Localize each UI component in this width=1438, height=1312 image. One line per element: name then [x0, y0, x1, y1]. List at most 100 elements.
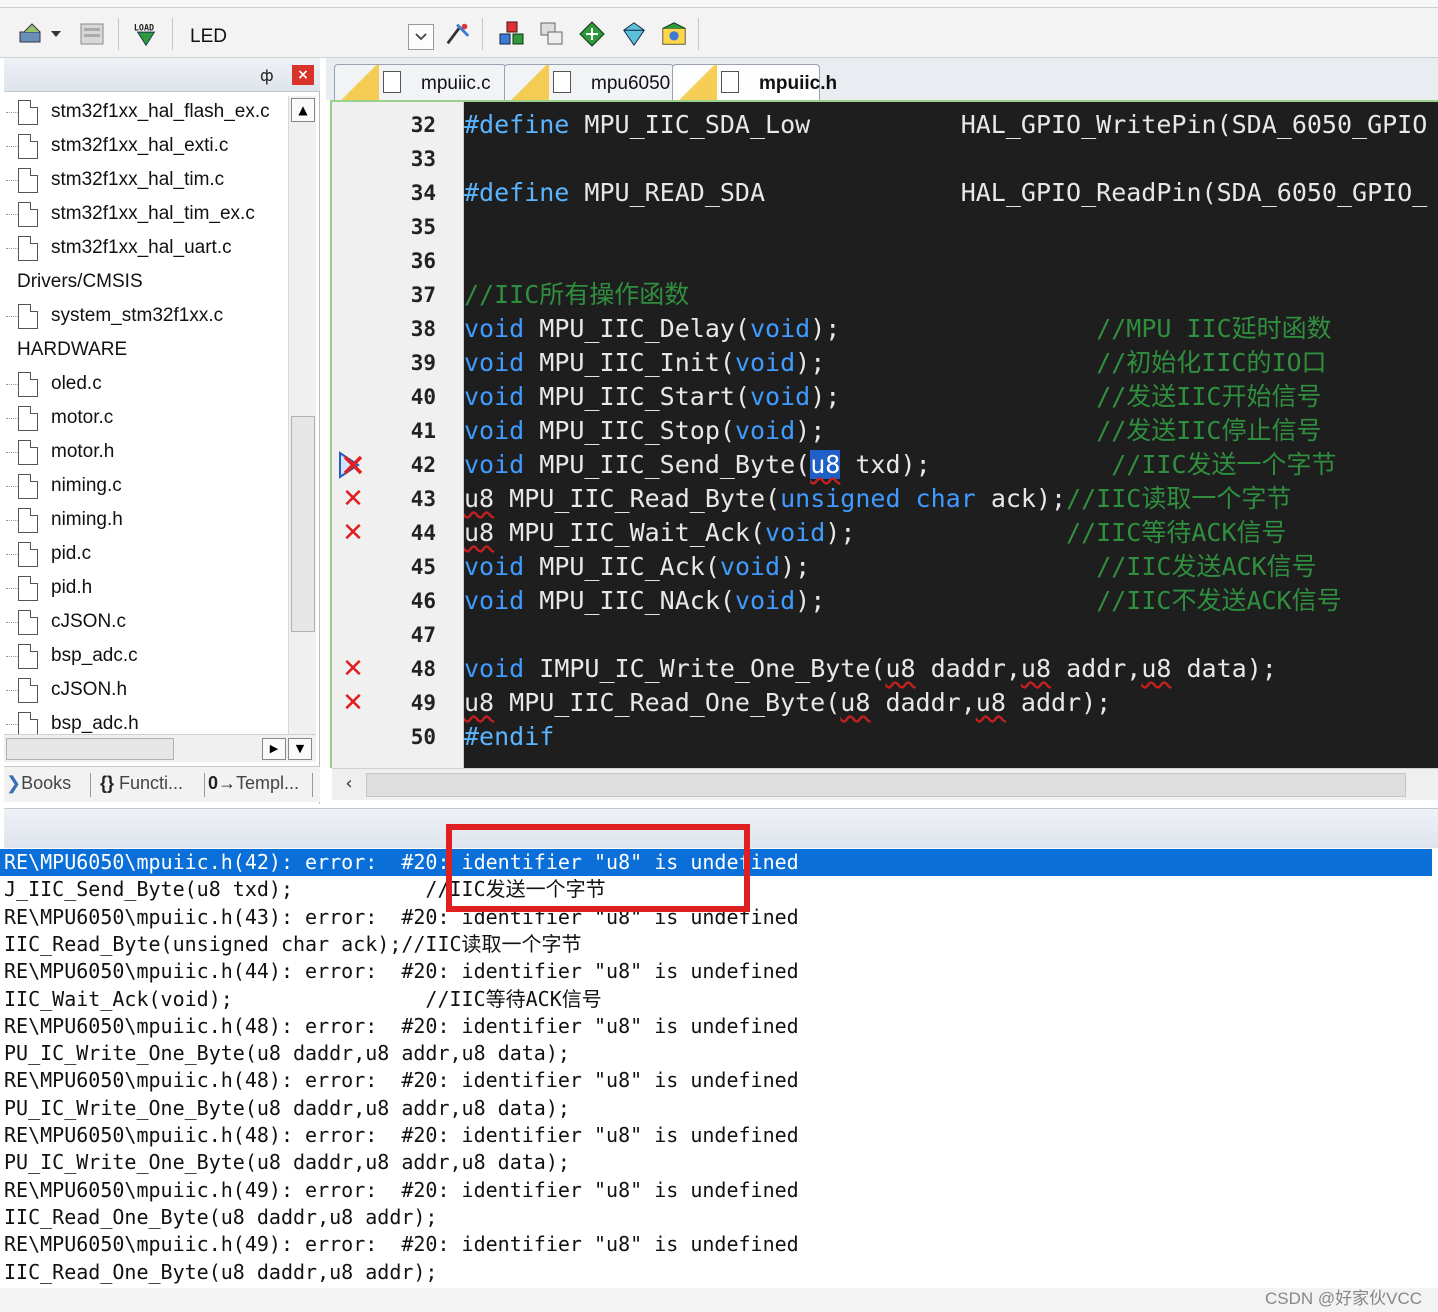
code-line[interactable]: #define MPU_IIC_SDA_Low HAL_GPIO_WritePi… — [464, 108, 1438, 142]
tree-file-item[interactable]: stm32f1xx_hal_tim_ex.c — [4, 198, 288, 232]
code-line[interactable] — [464, 142, 1438, 176]
error-cursor-marker-icon[interactable] — [338, 451, 364, 479]
line-number: 41 — [410, 419, 436, 443]
code-line[interactable]: void MPU_IIC_Delay(void); //MPU IIC延时函数 — [464, 312, 1438, 346]
tree-file-item[interactable]: niming.c — [4, 470, 288, 504]
code-token: void — [464, 654, 525, 683]
tree-group[interactable]: HARDWARE — [4, 334, 288, 368]
tree-file-item[interactable]: bsp_adc.h — [4, 708, 288, 736]
tree-file-item[interactable]: niming.h — [4, 504, 288, 538]
code-line[interactable]: void MPU_IIC_Ack(void); //IIC发送ACK信号 — [464, 550, 1438, 584]
templates-icon: 0→ — [208, 773, 237, 793]
code-line[interactable]: #define MPU_READ_SDA HAL_GPIO_ReadPin(SD… — [464, 176, 1438, 210]
output-line[interactable]: IIC_Read_Byte(unsigned char ack);//IIC读取… — [0, 931, 1432, 958]
target-name[interactable]: LED — [190, 26, 227, 48]
tree-file-item[interactable]: stm32f1xx_hal_tim.c — [4, 164, 288, 198]
tab-functions[interactable]: {} Functi... — [100, 773, 183, 794]
scroll-up-icon[interactable]: ▲ — [291, 98, 315, 122]
code-line[interactable] — [464, 210, 1438, 244]
output-line[interactable]: RE\MPU6050\mpuiic.h(44): error: #20: ide… — [0, 958, 1432, 985]
rebuild-icon[interactable] — [78, 20, 106, 48]
code-line[interactable]: #endif — [464, 720, 1438, 754]
code-line[interactable] — [464, 618, 1438, 652]
file-extensions-icon[interactable] — [538, 20, 566, 48]
scroll-right-icon[interactable]: ▶ — [262, 738, 286, 760]
tree-connector — [6, 248, 18, 249]
tree-file-item[interactable]: motor.c — [4, 402, 288, 436]
output-line[interactable]: IIC_Read_One_Byte(u8 daddr,u8 addr); — [0, 1259, 1432, 1286]
code-token: unsigned char — [780, 484, 976, 513]
batch-build-icon[interactable] — [18, 20, 46, 48]
download-load-icon[interactable]: LOAD — [132, 20, 160, 48]
output-line[interactable]: RE\MPU6050\mpuiic.h(48): error: #20: ide… — [0, 1067, 1432, 1094]
tab-books[interactable]: ❯Books — [6, 773, 71, 794]
tree-file-item[interactable]: system_stm32f1xx.c — [4, 300, 288, 334]
code-line[interactable]: //IIC所有操作函数 — [464, 278, 1438, 312]
output-line[interactable]: RE\MPU6050\mpuiic.h(48): error: #20: ide… — [0, 1013, 1432, 1040]
code-line[interactable]: u8 MPU_IIC_Read_One_Byte(u8 daddr,u8 add… — [464, 686, 1438, 720]
tree-file-item[interactable]: oled.c — [4, 368, 288, 402]
scroll-down-icon[interactable]: ▼ — [288, 738, 312, 760]
output-line[interactable]: PU_IC_Write_One_Byte(u8 daddr,u8 addr,u8… — [0, 1095, 1432, 1122]
tab-editor-file[interactable]: mpu6050.c — [504, 64, 685, 101]
tree-group[interactable]: Drivers/CMSIS — [4, 266, 288, 300]
output-line[interactable]: RE\MPU6050\mpuiic.h(49): error: #20: ide… — [0, 1231, 1432, 1258]
output-line[interactable]: PU_IC_Write_One_Byte(u8 daddr,u8 addr,u8… — [0, 1149, 1432, 1176]
close-icon[interactable]: × — [292, 65, 314, 85]
code-area[interactable]: #define MPU_IIC_SDA_Low HAL_GPIO_WritePi… — [464, 102, 1438, 768]
code-line[interactable]: u8 MPU_IIC_Read_Byte(unsigned char ack);… — [464, 482, 1438, 516]
tree-item-label: stm32f1xx_hal_uart.c — [51, 237, 232, 258]
tree-file-item[interactable]: stm32f1xx_hal_flash_ex.c — [4, 96, 288, 130]
scroll-thumb[interactable] — [6, 738, 174, 760]
pack-manager-icon[interactable] — [660, 20, 688, 48]
line-number: 47 — [410, 623, 436, 647]
tree-file-item[interactable]: cJSON.c — [4, 606, 288, 640]
code-line[interactable]: void MPU_IIC_NAck(void); //IIC不发送ACK信号 — [464, 584, 1438, 618]
tab-editor-file[interactable]: mpuiic.h — [672, 64, 837, 101]
error-marker-icon[interactable]: ✕ — [340, 656, 366, 682]
tab-editor-file[interactable]: mpuiic.c — [334, 64, 506, 101]
scroll-thumb[interactable] — [366, 773, 1406, 797]
error-marker-icon[interactable]: ✕ — [340, 486, 366, 512]
manage-components-icon[interactable] — [498, 20, 526, 48]
code-line[interactable]: void MPU_IIC_Stop(void); //发送IIC停止信号 — [464, 414, 1438, 448]
target-dropdown-button[interactable] — [408, 24, 434, 50]
tree-horizontal-scrollbar[interactable]: ▶ ▼ — [4, 734, 316, 762]
tree-file-item[interactable]: pid.h — [4, 572, 288, 606]
tree-file-item[interactable]: bsp_adc.c — [4, 640, 288, 674]
tree-file-item[interactable]: pid.c — [4, 538, 288, 572]
chevron-down-icon[interactable] — [48, 20, 64, 48]
code-token: void — [734, 348, 796, 377]
code-line[interactable]: void MPU_IIC_Send_Byte(u8 txd); //IIC发送一… — [464, 448, 1438, 482]
code-editor[interactable]: 32 33 34 35 36 37 38 39 40 41 42 43 ✕ 44 ✕ 45 46 47 48 ✕ 49 ✕… — [330, 100, 1438, 768]
options-for-target-icon[interactable] — [444, 20, 472, 48]
code-line[interactable] — [464, 244, 1438, 278]
tree-connector — [6, 452, 18, 453]
code-line[interactable]: void IMPU_IC_Write_One_Byte(u8 daddr,u8 … — [464, 652, 1438, 686]
output-line[interactable]: PU_IC_Write_One_Byte(u8 daddr,u8 addr,u8… — [0, 1040, 1432, 1067]
output-line[interactable]: IIC_Wait_Ack(void); //IIC等待ACK信号 — [0, 986, 1432, 1013]
code-line[interactable]: void MPU_IIC_Start(void); //发送IIC开始信号 — [464, 380, 1438, 414]
editor-horizontal-scrollbar[interactable]: ‹ — [332, 768, 1438, 800]
error-marker-icon[interactable]: ✕ — [340, 690, 366, 716]
select-packs-icon[interactable] — [578, 20, 606, 48]
tree-file-item[interactable]: stm32f1xx_hal_uart.c — [4, 232, 288, 266]
tree-file-item[interactable]: motor.h — [4, 436, 288, 470]
error-marker-icon[interactable]: ✕ — [340, 520, 366, 546]
code-line[interactable]: void MPU_IIC_Init(void); //初始化IIC的IO口 — [464, 346, 1438, 380]
tree-connector — [6, 554, 18, 555]
output-line[interactable]: IIC_Read_One_Byte(u8 daddr,u8 addr); — [0, 1204, 1432, 1231]
tree-file-item[interactable]: stm32f1xx_hal_exti.c — [4, 130, 288, 164]
build-output-window[interactable]: RE\MPU6050\mpuiic.h(42): error: #20: ide… — [0, 848, 1438, 1288]
tree-vertical-scrollbar[interactable]: ▲ — [288, 96, 316, 736]
tab-templates[interactable]: 0→Templ... — [208, 773, 299, 794]
pin-icon[interactable]: ф — [260, 66, 274, 85]
code-line[interactable]: u8 MPU_IIC_Wait_Ack(void); //IIC等待ACK信号 — [464, 516, 1438, 550]
tree-file-item[interactable]: cJSON.h — [4, 674, 288, 708]
output-line[interactable]: RE\MPU6050\mpuiic.h(48): error: #20: ide… — [0, 1122, 1432, 1149]
tree-item-label: stm32f1xx_hal_flash_ex.c — [51, 101, 270, 122]
scroll-left-icon[interactable]: ‹ — [336, 771, 362, 797]
scroll-thumb[interactable] — [291, 416, 315, 632]
output-line[interactable]: RE\MPU6050\mpuiic.h(49): error: #20: ide… — [0, 1177, 1432, 1204]
pack-installer-icon[interactable] — [620, 20, 648, 48]
